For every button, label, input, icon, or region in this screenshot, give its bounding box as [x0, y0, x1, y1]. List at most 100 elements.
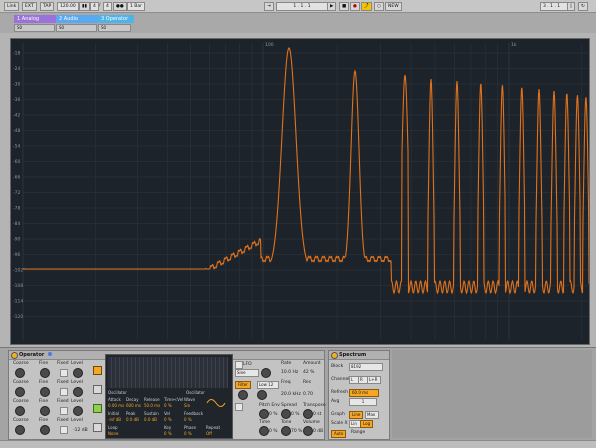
env-mode-right[interactable]: Oscillator	[186, 390, 205, 395]
peak-value[interactable]: 0.0 dB	[126, 417, 139, 422]
env-mode-left[interactable]: Oscillator	[108, 390, 127, 395]
attack-value[interactable]: 0.00 ms	[108, 403, 124, 408]
automation-arm-icon[interactable]: ⤴	[361, 2, 372, 11]
tap-tempo-button[interactable]: TAP	[40, 2, 55, 11]
info-icon[interactable]	[48, 352, 53, 356]
lfo-extra-knob[interactable]	[261, 368, 271, 378]
level-value[interactable]: -12 dB	[73, 428, 88, 433]
osc-d-select-button[interactable]	[93, 423, 102, 432]
auto-button[interactable]: Auto	[331, 430, 347, 438]
block-menu[interactable]: 8192	[349, 363, 383, 371]
spectrum-display[interactable]: -18 -24 -30 -36 -42 -48 -54 -60 -66 -72 -78 -84 -90 -…	[10, 38, 590, 345]
channel-both-button[interactable]: L+R	[367, 376, 381, 384]
wave-value[interactable]: Sin	[184, 403, 190, 408]
fixed-toggle[interactable]	[60, 369, 68, 377]
device-power-icon[interactable]	[11, 352, 18, 359]
scale-log-button[interactable]: Log	[360, 420, 374, 428]
meter-numerator[interactable]: 4	[90, 2, 99, 11]
level-knob[interactable]	[73, 387, 83, 397]
arrangement-position[interactable]: 1 . 1 . 1	[276, 2, 328, 11]
graph-max-button[interactable]: Max	[365, 411, 379, 419]
coarse-knob[interactable]	[15, 387, 25, 397]
osc-row-a: Coarse Fine Fixed Level	[11, 361, 102, 379]
release-value[interactable]: 50.0 ms	[144, 403, 160, 408]
drop-area[interactable]	[392, 350, 592, 438]
filter-type-menu[interactable]: Low 12	[257, 381, 279, 389]
tone-value[interactable]: 70 %	[291, 429, 302, 434]
follow-icon[interactable]: ⇥	[264, 2, 274, 11]
avg-value[interactable]: 1	[349, 398, 377, 406]
track-header-operator[interactable]: 3 Operator	[98, 15, 134, 23]
transpose-label: Transpose	[303, 403, 326, 408]
stop-icon[interactable]: ■	[339, 2, 350, 11]
osc-b-select-button[interactable]	[93, 385, 102, 394]
amount-value[interactable]: 42 %	[303, 370, 314, 375]
new-clip-button[interactable]: NEW	[385, 2, 402, 11]
envelope-graph[interactable]	[108, 357, 228, 388]
pitch-env-toggle[interactable]	[235, 403, 243, 411]
lfo-wave-menu[interactable]: Sine	[235, 369, 259, 377]
quantize-menu[interactable]: 1 Bar	[127, 2, 145, 11]
fine-knob[interactable]	[40, 406, 50, 416]
filter-drive-knob[interactable]	[257, 390, 267, 400]
level-knob[interactable]	[73, 406, 83, 416]
lfo-toggle[interactable]	[235, 361, 243, 369]
fine-knob[interactable]	[40, 387, 50, 397]
time-value[interactable]: 0 %	[269, 429, 278, 434]
device-power-icon[interactable]	[331, 352, 338, 359]
osc-a-select-button[interactable]	[93, 366, 102, 375]
x-axis-labels: 100 1k	[265, 42, 517, 48]
spread-value[interactable]: 0 %	[291, 412, 300, 417]
vel-value[interactable]: 0 %	[164, 417, 172, 422]
decay-value[interactable]: 600 ms	[126, 403, 141, 408]
initial-value[interactable]: -inf dB	[108, 417, 121, 422]
sustain-value[interactable]: 0.0 dB	[144, 417, 157, 422]
filter-env-knob[interactable]	[238, 390, 248, 400]
track-header-audio[interactable]: 2 Audio	[56, 15, 100, 23]
coarse-knob[interactable]	[15, 368, 25, 378]
spread-knob[interactable]	[281, 409, 291, 419]
record-icon[interactable]: ●	[350, 2, 360, 11]
filter-toggle[interactable]: Filter	[235, 381, 251, 389]
fine-knob[interactable]	[40, 368, 50, 378]
punch-in-icon[interactable]: ⟦	[567, 2, 576, 11]
graph-line-button[interactable]: Line	[349, 411, 364, 419]
coarse-knob[interactable]	[15, 425, 25, 435]
play-icon[interactable]: ▶	[327, 2, 337, 11]
fine-knob[interactable]	[40, 425, 50, 435]
freq-value[interactable]: 20.0 kHz	[281, 392, 301, 397]
tempo-field[interactable]: 120.00	[57, 2, 79, 11]
transpose-value[interactable]: 0 st	[313, 412, 321, 417]
coarse-knob[interactable]	[15, 406, 25, 416]
volume-value[interactable]: 0 dB	[313, 429, 323, 434]
track-header-analog[interactable]: 1 Analog	[14, 15, 58, 23]
fixed-toggle[interactable]	[60, 426, 68, 434]
osc-c-select-button[interactable]	[93, 404, 102, 413]
res-value[interactable]: 0.70	[303, 392, 313, 397]
refresh-value[interactable]: 60.0 ms	[349, 389, 379, 397]
fixed-toggle[interactable]	[60, 388, 68, 396]
level-knob[interactable]	[73, 368, 83, 378]
phase-value[interactable]: 0 %	[184, 431, 192, 436]
timevel-value[interactable]: 0 %	[164, 403, 172, 408]
tone-knob[interactable]	[281, 426, 291, 436]
feedback-value[interactable]: 0 %	[184, 417, 192, 422]
repeat-value[interactable]: Off	[206, 431, 212, 436]
volume-knob[interactable]	[303, 426, 313, 436]
ext-sync-button[interactable]: EXT	[22, 2, 37, 11]
fixed-toggle[interactable]	[60, 407, 68, 415]
transpose-knob[interactable]	[303, 409, 313, 419]
key-value[interactable]: 0 %	[164, 431, 172, 436]
quantize-indicator-icon[interactable]: ●●	[113, 2, 127, 11]
session-record-icon[interactable]: ○	[374, 2, 384, 11]
pitch-env-knob[interactable]	[259, 409, 269, 419]
loop-start-field[interactable]: 3 . 1 . 1	[540, 2, 568, 11]
loop-value[interactable]: None	[108, 431, 118, 436]
loop-icon[interactable]: ↻	[578, 2, 588, 11]
pitch-env-value[interactable]: 0 %	[269, 412, 278, 417]
time-knob[interactable]	[259, 426, 269, 436]
rate-value[interactable]: 10.0 Hz	[281, 370, 298, 375]
link-button[interactable]: Link	[4, 2, 20, 11]
metronome-icon[interactable]: ▮▮	[79, 2, 90, 11]
meter-denominator[interactable]: 4	[103, 2, 112, 11]
